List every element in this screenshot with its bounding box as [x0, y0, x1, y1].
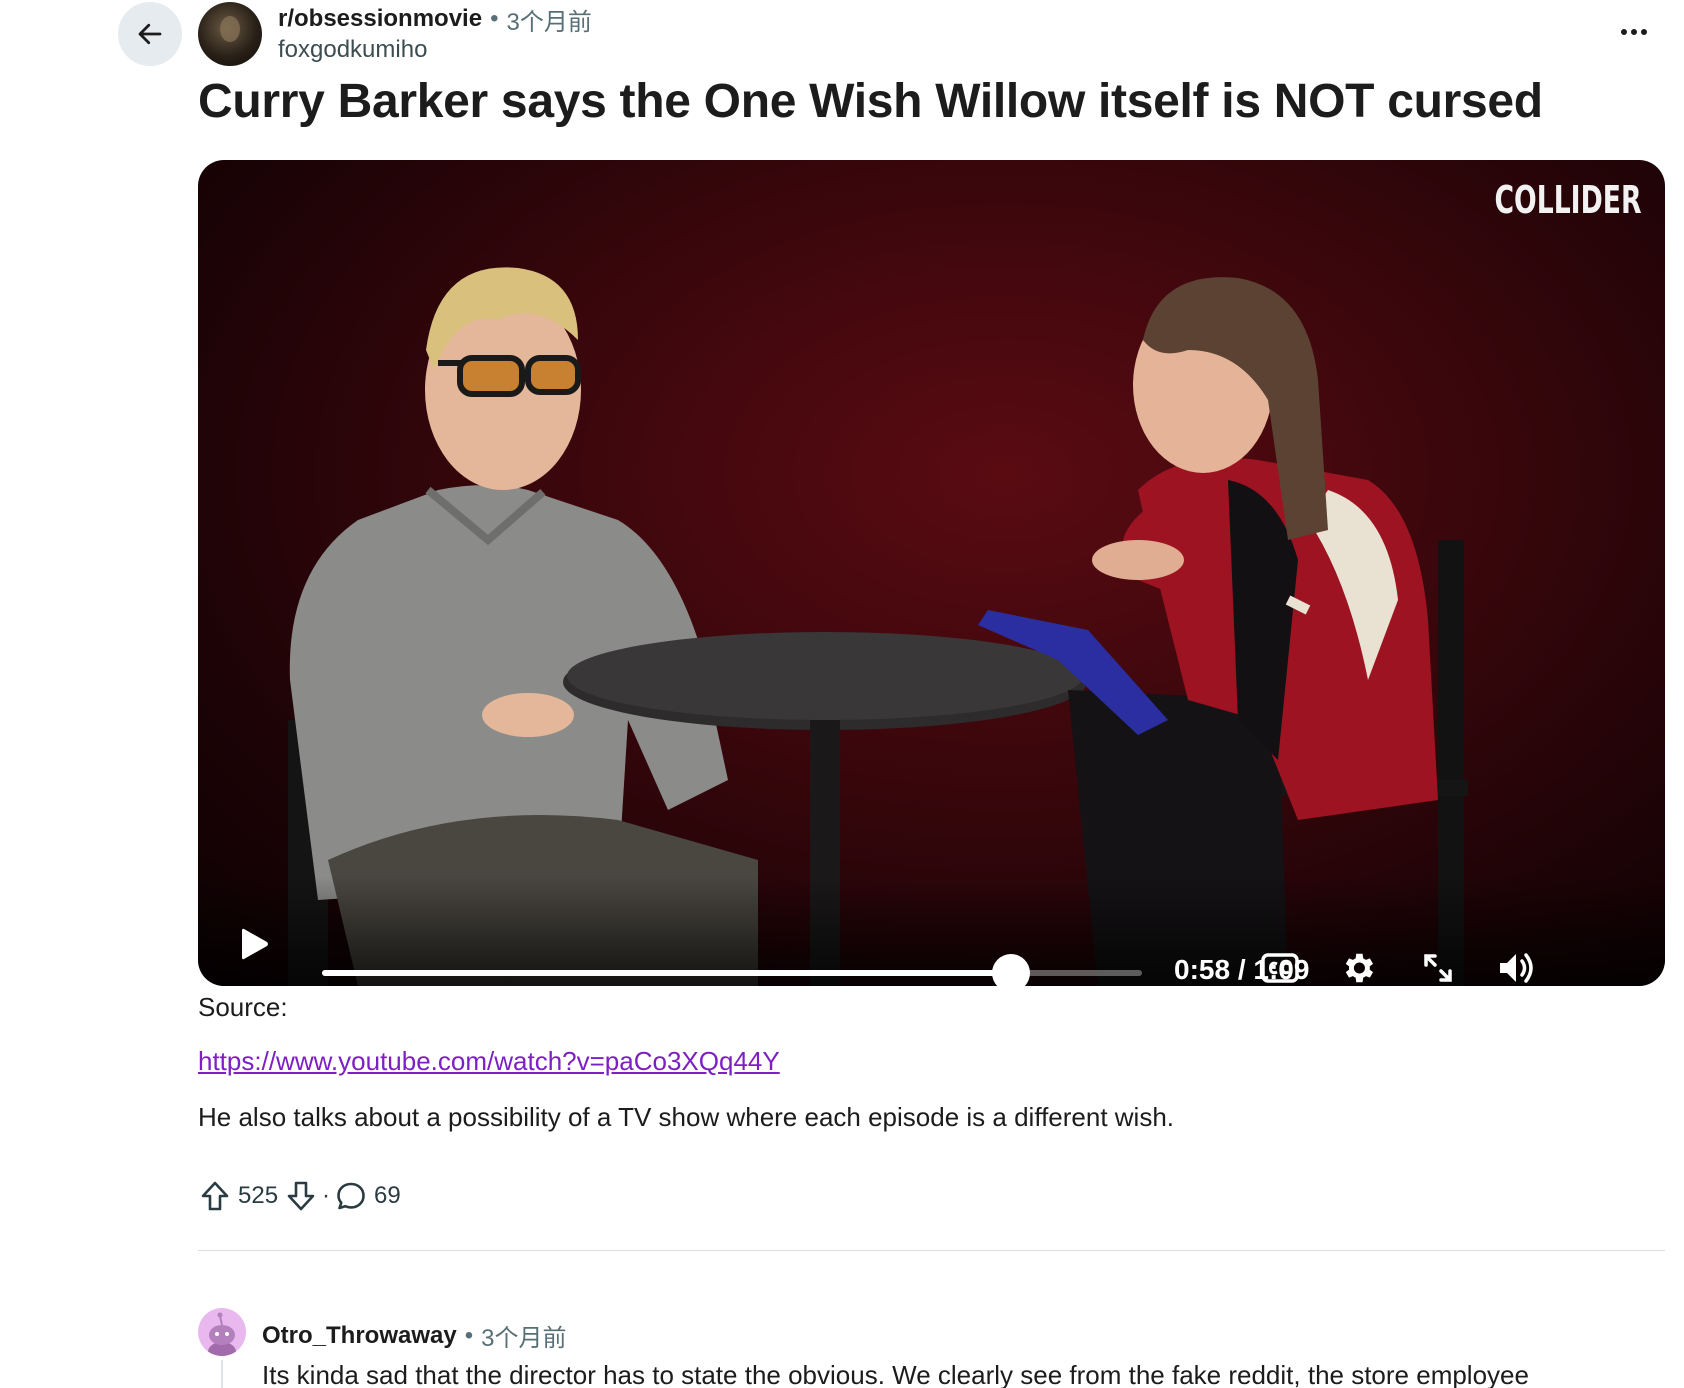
volume-icon — [1500, 953, 1533, 983]
post-timestamp: 3个月前 — [506, 8, 592, 36]
commenter-avatar[interactable] — [198, 1308, 246, 1356]
post-action-bar: 525 · 69 — [198, 1176, 401, 1216]
comment-meta-separator: • — [464, 1321, 474, 1349]
video-progress-thumb[interactable] — [992, 954, 1031, 986]
upvote-icon — [201, 1181, 229, 1211]
volume-button[interactable] — [1496, 948, 1536, 986]
settings-button[interactable] — [1338, 948, 1378, 986]
collider-watermark: COLLIDER — [1493, 178, 1641, 222]
comments-button[interactable] — [334, 1179, 368, 1213]
action-separator: · — [322, 1182, 331, 1209]
section-divider — [198, 1250, 1665, 1251]
snoo-avatar-icon — [208, 1312, 236, 1356]
closed-captions-icon — [1261, 953, 1299, 983]
video-frame — [288, 267, 1468, 986]
subreddit-avatar[interactable] — [198, 2, 262, 66]
video-progress-fill — [322, 970, 1012, 976]
comment-count: 69 — [374, 1182, 401, 1209]
video-controls: 0:58 / 1:09 — [198, 876, 1665, 986]
post-meta: r/obsessionmovie • 3个月前 — [278, 4, 592, 36]
video-progress-bar[interactable] — [322, 954, 1142, 986]
source-label: Source: — [198, 992, 288, 1022]
comment-meta: Otro_Throwaway • 3个月前 — [262, 1318, 566, 1353]
downvote-icon — [287, 1181, 315, 1211]
subreddit-link[interactable]: r/obsessionmovie — [278, 5, 482, 33]
comment-icon — [337, 1182, 365, 1210]
fullscreen-icon — [1424, 954, 1452, 982]
meta-separator: • — [490, 5, 499, 32]
play-icon — [242, 928, 268, 960]
post-body-text: He also talks about a possibility of a T… — [198, 1102, 1175, 1132]
arrow-left-icon — [138, 23, 162, 45]
comment-text: Its kinda sad that the director has to s… — [262, 1360, 1529, 1388]
upvote-count: 525 — [238, 1182, 279, 1209]
more-horizontal-icon — [1621, 29, 1647, 35]
video-player[interactable]: COLLIDER 0:58 / 1:09 — [198, 160, 1665, 986]
upvote-button[interactable] — [198, 1179, 232, 1213]
comment-thread-line[interactable] — [221, 1360, 223, 1388]
downvote-button[interactable] — [284, 1179, 318, 1213]
comment-author[interactable]: Otro_Throwaway — [262, 1322, 457, 1350]
overflow-menu-button[interactable] — [1612, 14, 1656, 50]
gear-icon — [1345, 953, 1374, 983]
captions-button[interactable] — [1260, 948, 1300, 986]
post-title[interactable]: Curry Barker says the One Wish Willow it… — [198, 74, 1543, 129]
post-author[interactable]: foxgodkumiho — [278, 36, 427, 64]
source-link[interactable]: https://www.youtube.com/watch?v=paCo3XQq… — [198, 1046, 780, 1077]
back-button[interactable] — [118, 2, 182, 66]
comment-timestamp: 3个月前 — [481, 1325, 567, 1352]
play-button[interactable] — [234, 924, 274, 964]
fullscreen-button[interactable] — [1418, 948, 1458, 986]
